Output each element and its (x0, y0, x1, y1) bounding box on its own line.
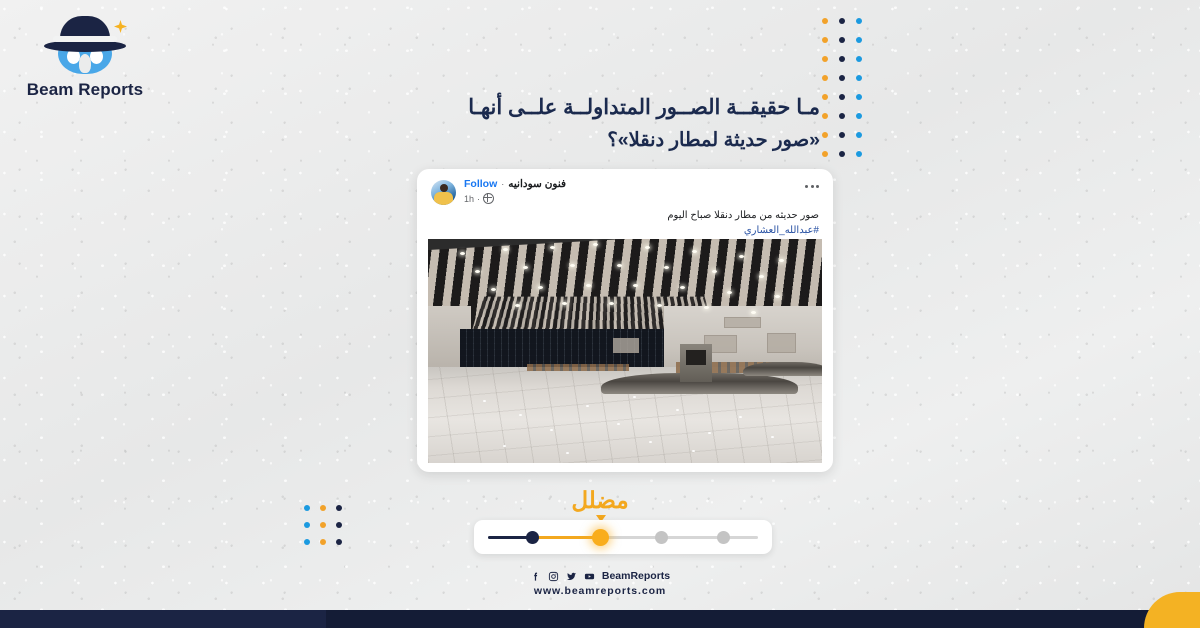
twitter-icon[interactable] (566, 571, 577, 582)
dot (822, 113, 828, 119)
post-image-airport-hall[interactable] (428, 239, 822, 463)
instagram-icon[interactable] (548, 571, 559, 582)
dot (839, 132, 845, 138)
dot (839, 75, 845, 81)
photo-baggage-carousel (743, 362, 822, 376)
photo-wall-panel (723, 317, 761, 329)
scale-step-3[interactable] (655, 531, 668, 544)
dot (304, 522, 310, 528)
separator: · (501, 179, 505, 189)
detective-hat-logo-icon (37, 14, 133, 76)
bottom-bar-accent (326, 610, 1200, 628)
headline-line-2: «صور حديثة لمطار دنقلا»؟ (607, 128, 820, 151)
logo-hat-band (53, 36, 117, 42)
page-title: مـا حقيقــة الصــور المتداولــة علــى أن… (390, 92, 820, 155)
headline-line-1: مـا حقيقــة الصــور المتداولــة علــى أن… (468, 96, 820, 119)
dot (856, 113, 862, 119)
scale-step-2-active[interactable] (592, 529, 609, 546)
post-body-text: صور حديثه من مطار دنقلا صباح اليوم #عبدا… (431, 209, 819, 238)
photo-seating (526, 364, 629, 372)
dot (822, 37, 828, 43)
infographic-canvas: Beam Reports مـا حقيقــة الصــور المتداو… (0, 0, 1200, 628)
post-author-name[interactable]: فنون سودانيه (508, 178, 566, 190)
avatar[interactable] (431, 180, 456, 205)
separator: · (477, 193, 481, 204)
dot (839, 18, 845, 24)
verdict-label: مضلل (571, 487, 629, 513)
dot (856, 37, 862, 43)
post-timestamp[interactable]: 1h (464, 194, 474, 204)
dot (822, 151, 828, 157)
more-options-icon[interactable] (805, 185, 819, 188)
dot (805, 185, 808, 188)
dot (839, 113, 845, 119)
dot (816, 185, 819, 188)
facebook-icon[interactable] (530, 571, 541, 582)
star-icon (114, 20, 127, 33)
post-text-line: صور حديثه من مطار دنقلا صباح اليوم (667, 210, 819, 221)
brand-name: Beam Reports (26, 80, 144, 99)
dot (856, 75, 862, 81)
dot (336, 522, 342, 528)
logo-face-notch (79, 54, 91, 73)
dot (320, 522, 326, 528)
decorative-dot-grid-right (822, 18, 873, 170)
avatar-body (434, 192, 453, 205)
dot (839, 56, 845, 62)
photo-wall-panel (766, 333, 797, 353)
brand-logo: Beam Reports (20, 14, 150, 100)
dot (822, 132, 828, 138)
follow-button[interactable]: Follow (464, 178, 497, 190)
footer-handle: BeamReports (601, 570, 671, 582)
photo-info-kiosk (680, 344, 712, 383)
avatar-head (440, 184, 448, 192)
facebook-post-card: فنون سودانيه · Follow 1h · صور حديثه من … (417, 169, 833, 472)
youtube-icon[interactable] (584, 571, 595, 582)
dot (822, 75, 828, 81)
dot (822, 94, 828, 100)
corner-accent-shape (1144, 592, 1200, 628)
dot (810, 185, 814, 188)
dot (856, 18, 862, 24)
dot (839, 94, 845, 100)
verdict-scale[interactable] (474, 520, 772, 554)
dot (839, 151, 845, 157)
dot (822, 18, 828, 24)
post-hashtag[interactable]: #عبدالله_العشاري (431, 224, 819, 239)
dot (320, 539, 326, 545)
post-header: فنون سودانيه · Follow 1h · (431, 177, 821, 209)
dot (304, 539, 310, 545)
dot (839, 37, 845, 43)
photo-kiosk-screen (685, 350, 706, 365)
footer-social-row: BeamReports (0, 570, 1200, 582)
dot (822, 56, 828, 62)
scale-step-1[interactable] (526, 531, 539, 544)
post-meta-row: 1h · (464, 193, 495, 204)
dot (856, 94, 862, 100)
post-author-row: فنون سودانيه · Follow (464, 178, 566, 190)
scale-step-4[interactable] (717, 531, 730, 544)
footer-website[interactable]: www.beamreports.com (0, 585, 1200, 597)
dot (856, 151, 862, 157)
photo-wall-panel (613, 337, 639, 353)
dot (856, 56, 862, 62)
footer: BeamReports www.beamreports.com (0, 570, 1200, 597)
scale-fill-orange (530, 536, 600, 539)
globe-icon (483, 193, 495, 204)
dot (336, 539, 342, 545)
dot (856, 132, 862, 138)
